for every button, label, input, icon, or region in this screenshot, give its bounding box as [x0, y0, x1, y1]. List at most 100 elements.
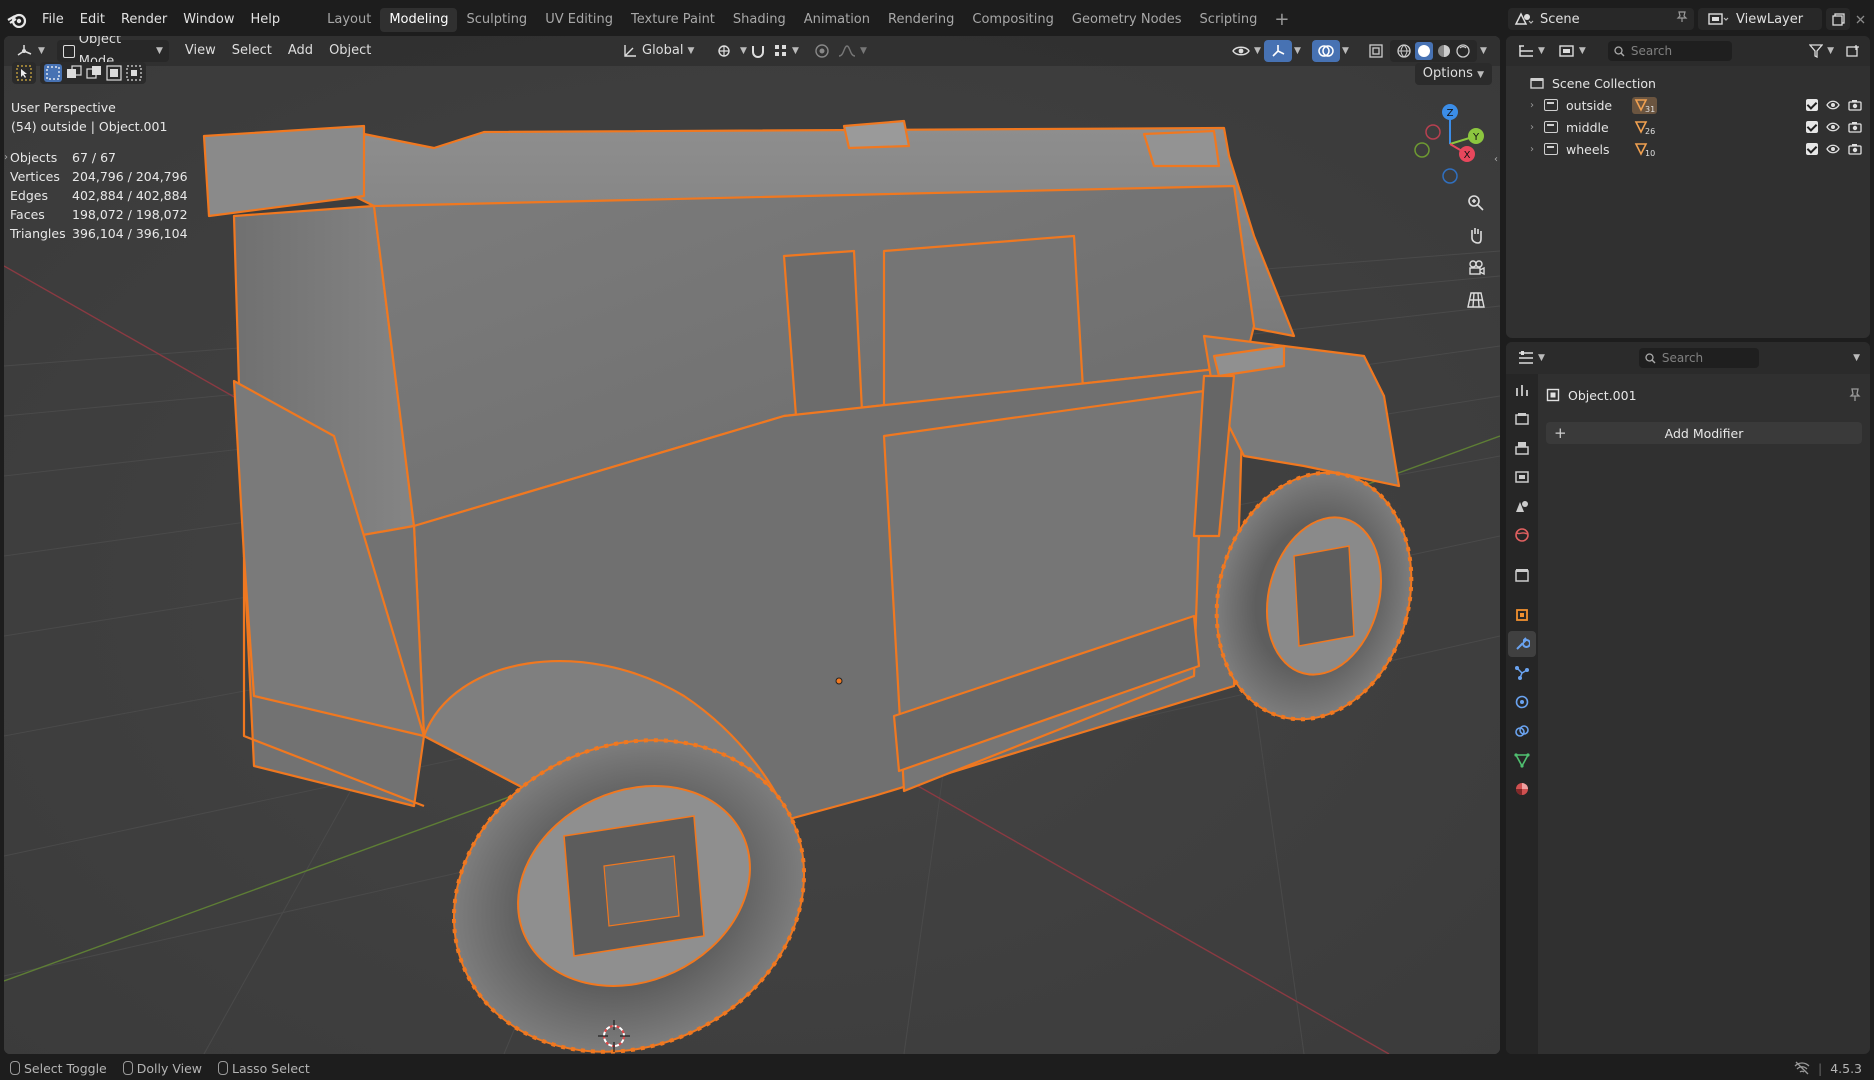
menu-add[interactable]: Add: [282, 40, 319, 62]
select-intersect-icon[interactable]: [126, 65, 142, 81]
outliner-editor-type-button[interactable]: ▼: [1512, 40, 1551, 62]
sidebar-expand-icon[interactable]: ‹: [1494, 154, 1498, 165]
pan-button[interactable]: [1462, 221, 1490, 249]
tab-sculpting[interactable]: Sculpting: [457, 8, 536, 32]
menu-select[interactable]: Select: [226, 40, 278, 62]
tab-scripting[interactable]: Scripting: [1191, 8, 1267, 32]
mode-selector[interactable]: Object Mode ▼: [56, 36, 169, 69]
overlays-toggle[interactable]: [1312, 40, 1340, 62]
chevron-right-icon[interactable]: ›: [1530, 100, 1544, 111]
tab-uv-editing[interactable]: UV Editing: [536, 8, 622, 32]
tab-geometry-nodes[interactable]: Geometry Nodes: [1063, 8, 1191, 32]
mesh-filter-icon[interactable]: 26: [1632, 119, 1657, 136]
select-invert-icon[interactable]: [106, 65, 122, 81]
menu-view[interactable]: View: [179, 40, 222, 62]
chevron-down-icon[interactable]: ▼: [1342, 46, 1349, 56]
3d-viewport[interactable]: ▼ Object Mode ▼ View Select Add Object G…: [4, 36, 1500, 1054]
select-subtract-icon[interactable]: [86, 65, 102, 81]
menu-file[interactable]: File: [34, 0, 72, 40]
collection-row-middle[interactable]: › middle 26: [1506, 116, 1870, 138]
tab-output[interactable]: [1508, 435, 1536, 461]
view-layer-selector[interactable]: ViewLayer: [1702, 8, 1822, 30]
chevron-down-icon[interactable]: ▼: [1853, 353, 1860, 363]
exclude-checkbox[interactable]: [1806, 99, 1818, 111]
perspective-toggle-button[interactable]: [1462, 286, 1490, 314]
transform-orientation-selector[interactable]: Global ▼: [616, 40, 700, 62]
wireframe-shading-icon[interactable]: [1396, 43, 1412, 59]
collection-row-outside[interactable]: › outside 31: [1506, 94, 1870, 116]
material-shading-icon[interactable]: [1436, 43, 1452, 59]
menu-help[interactable]: Help: [243, 0, 289, 40]
menu-render[interactable]: Render: [113, 0, 175, 40]
camera-render-icon[interactable]: [1848, 121, 1862, 133]
exclude-checkbox[interactable]: [1806, 143, 1818, 155]
select-new-icon[interactable]: [44, 64, 62, 82]
menu-object[interactable]: Object: [323, 40, 377, 62]
tab-scene[interactable]: [1508, 493, 1536, 519]
scene-selector[interactable]: Scene: [1508, 8, 1694, 30]
tab-rendering[interactable]: Rendering: [879, 8, 963, 32]
tab-animation[interactable]: Animation: [795, 8, 879, 32]
chevron-right-icon[interactable]: ›: [1530, 122, 1544, 133]
tab-collection[interactable]: [1508, 562, 1536, 588]
pin-icon[interactable]: [1848, 388, 1862, 402]
collection-row-wheels[interactable]: › wheels 10: [1506, 138, 1870, 160]
properties-editor-type-button[interactable]: ▼: [1512, 347, 1551, 369]
mesh-filter-icon[interactable]: 10: [1632, 141, 1657, 158]
new-collection-button[interactable]: [1840, 40, 1866, 62]
tab-view-layer[interactable]: [1508, 464, 1536, 490]
chevron-down-icon[interactable]: ▼: [1480, 46, 1487, 56]
tab-layout[interactable]: Layout: [318, 8, 380, 32]
tab-object[interactable]: [1508, 602, 1536, 628]
tab-particles[interactable]: [1508, 660, 1536, 686]
tab-modifiers[interactable]: [1508, 631, 1536, 657]
menu-window[interactable]: Window: [175, 0, 242, 40]
chevron-right-icon[interactable]: ›: [1530, 144, 1544, 155]
tab-constraints[interactable]: [1508, 718, 1536, 744]
falloff-selector[interactable]: ▼: [832, 40, 873, 62]
active-tool-button[interactable]: [12, 62, 36, 84]
tab-compositing[interactable]: Compositing: [963, 8, 1063, 32]
tab-shading[interactable]: Shading: [724, 8, 795, 32]
navigation-gizmo[interactable]: Z Y X: [1400, 100, 1500, 190]
toolbar-expand-icon[interactable]: ›: [4, 152, 8, 163]
tab-physics[interactable]: [1508, 689, 1536, 715]
camera-view-button[interactable]: [1462, 254, 1490, 282]
snap-target-selector[interactable]: ▼: [768, 40, 805, 62]
properties-search-input[interactable]: Search: [1638, 348, 1759, 368]
tab-texture-paint[interactable]: Texture Paint: [622, 8, 724, 32]
tab-world[interactable]: [1508, 522, 1536, 548]
visibility-selector[interactable]: ▼: [1226, 40, 1267, 62]
mesh-filter-icon[interactable]: 31: [1632, 96, 1658, 114]
rendered-shading-icon[interactable]: [1455, 43, 1471, 59]
camera-render-icon[interactable]: [1848, 99, 1862, 111]
eye-icon[interactable]: [1826, 100, 1840, 110]
blender-logo-icon[interactable]: [0, 0, 34, 40]
filter-button[interactable]: ▼: [1803, 40, 1840, 62]
display-mode-button[interactable]: ▼: [1553, 40, 1592, 62]
tab-material[interactable]: [1508, 776, 1536, 802]
solid-shading-icon[interactable]: [1415, 42, 1433, 60]
zoom-button[interactable]: [1462, 189, 1490, 217]
new-view-layer-button[interactable]: [1826, 8, 1850, 30]
camera-render-icon[interactable]: [1848, 143, 1862, 155]
select-extend-icon[interactable]: [66, 65, 82, 81]
scene-collection-row[interactable]: Scene Collection: [1506, 72, 1870, 94]
eye-icon[interactable]: [1826, 122, 1840, 132]
outliner-search-input[interactable]: Search: [1607, 41, 1732, 61]
tab-modeling[interactable]: Modeling: [380, 8, 458, 32]
exclude-checkbox[interactable]: [1806, 121, 1818, 133]
add-workspace-button[interactable]: +: [1266, 8, 1297, 32]
chevron-down-icon[interactable]: ▼: [1294, 46, 1301, 56]
viewport-scene[interactable]: [4, 36, 1500, 1054]
delete-view-layer-button[interactable]: [1853, 8, 1867, 30]
menu-edit[interactable]: Edit: [72, 0, 113, 40]
tab-data[interactable]: [1508, 747, 1536, 773]
tab-tool[interactable]: [1508, 377, 1536, 403]
options-button[interactable]: Options ▼: [1414, 63, 1492, 85]
add-modifier-button[interactable]: + Add Modifier: [1546, 422, 1862, 444]
pin-icon[interactable]: [1676, 11, 1688, 27]
tab-render[interactable]: [1508, 406, 1536, 432]
gizmo-toggle[interactable]: [1264, 40, 1292, 62]
eye-icon[interactable]: [1826, 144, 1840, 154]
